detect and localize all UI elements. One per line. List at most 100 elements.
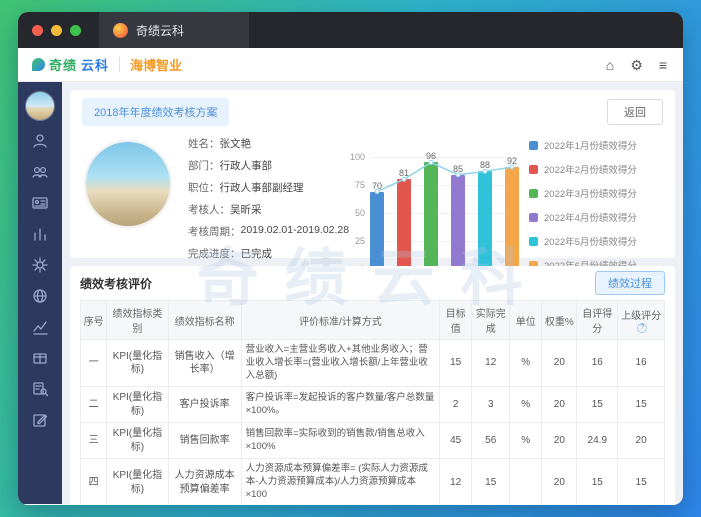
trend-icon[interactable] (31, 318, 49, 336)
y-tick-label: 50 (354, 208, 365, 218)
app-logo[interactable]: 奇绩 云科 (32, 55, 109, 74)
package-icon[interactable] (31, 349, 49, 367)
trend-line (374, 159, 515, 195)
gear-icon[interactable]: ⚙ (630, 58, 643, 72)
table-cell: 人力资源成本预算偏差率 (167, 458, 242, 504)
table-cell: 15 (471, 458, 511, 504)
table-cell: 二 (79, 386, 108, 424)
field-label: 部门： (188, 160, 220, 172)
column-header: 上级评分? (617, 300, 665, 340)
table-header-row: 序号 绩效指标类别 绩效指标名称 评价标准/计算方式 目标值 实际完成 单位 权重% 自评得分上… (79, 300, 665, 340)
table-cell: 24.9 (576, 422, 619, 460)
table-cell: % (509, 386, 543, 424)
browser-tab[interactable]: 奇绩云科 (99, 12, 249, 48)
close-button[interactable] (32, 24, 43, 36)
table-cell: KPI(量化指标) (106, 458, 169, 504)
section-title: 绩效考核评价 (80, 276, 153, 291)
field-label: 考核人： (188, 204, 230, 216)
legend-item[interactable]: 2022年3月份绩效得分 (529, 186, 661, 200)
legend-swatch (529, 188, 538, 198)
table-cell: 客户投诉率=发起投诉的客户数量/客户总数量×100%。 (240, 386, 441, 424)
field-value: 张文艳 (219, 138, 252, 150)
table-cell: 16 (576, 338, 619, 388)
table-cell: KPI(量化指标) (106, 386, 169, 424)
legend-swatch (529, 164, 538, 174)
table-cell: 20 (617, 422, 665, 460)
performance-chart: 0255075100708196858892 (348, 140, 519, 274)
plan-title-tab[interactable]: 2018年年度绩效考核方案 (82, 98, 230, 126)
app-header: 奇绩 云科 海博智业 ⌂ ⚙ ≡ (18, 48, 683, 82)
legend-item[interactable]: 2022年1月份绩效得分 (529, 138, 661, 152)
id-card-icon[interactable] (31, 194, 49, 212)
gear-flower-icon[interactable] (31, 256, 49, 274)
menu-icon[interactable]: ≡ (659, 58, 667, 72)
legend-item[interactable]: 2022年5月份绩效得分 (529, 234, 661, 248)
table-cell: % (509, 338, 543, 388)
legend-label: 2022年4月份绩效得分 (544, 213, 637, 224)
profile-fields: 姓名： 张文艳 部门： 行政人事部 职位： 行政人事部副经理 考核人： 吴昕采 考核周期： 201… (188, 136, 349, 268)
legend-label: 2022年2月份绩效得分 (544, 165, 637, 176)
edit-icon[interactable] (31, 411, 49, 429)
help-icon[interactable]: ? (637, 323, 648, 333)
plot-area: 70 81 96 85 88 92 (370, 140, 519, 270)
table-cell: 56 (471, 422, 511, 460)
field-label: 姓名： (188, 138, 220, 150)
table-cell: 销售收入（增长率） (167, 338, 242, 388)
employee-photo (84, 140, 172, 228)
table-cell: 20 (541, 458, 578, 504)
process-button[interactable]: 绩效过程 (595, 271, 665, 295)
field-value: 行政人事部副经理 (219, 182, 304, 194)
column-header: 目标值 (439, 300, 473, 340)
table-cell: 20 (541, 422, 578, 460)
sidebar-nav (31, 132, 49, 429)
table-row: 二 KPI(量化指标) 客户投诉率 客户投诉率=发起投诉的客户数量/客户总数量×100… (79, 386, 665, 424)
table-cell: 15 (576, 458, 619, 504)
y-tick-label: 100 (349, 152, 365, 162)
table-cell: 20 (541, 386, 578, 424)
home-icon[interactable]: ⌂ (606, 58, 614, 72)
back-button[interactable]: 返回 (607, 99, 663, 125)
table-cell: 16 (617, 338, 665, 388)
profile-field: 姓名： 张文艳 (188, 136, 348, 151)
user-icon[interactable] (31, 132, 49, 150)
legend-label: 2022年1月份绩效得分 (544, 141, 637, 152)
table-cell: 2 (439, 386, 473, 424)
table-cell (509, 458, 543, 504)
table-cell: 销售回款率=实际收到的销售款/销售总收入×100% (240, 422, 441, 460)
sidebar (18, 82, 62, 504)
table-cell: 一 (79, 338, 108, 388)
field-label: 职位： (188, 182, 220, 194)
globe-icon[interactable] (31, 287, 49, 305)
app-logo-text-2: 云科 (81, 58, 110, 73)
profile-field: 完成进度： 已完成 (188, 246, 348, 261)
app-logo-text-1: 奇绩 (49, 58, 78, 73)
team-icon[interactable] (31, 163, 49, 181)
table-cell: 12 (439, 458, 473, 504)
bar-chart-icon[interactable] (31, 225, 49, 243)
tab-title: 奇绩云科 (136, 23, 185, 38)
table-row: 四 KPI(量化指标) 人力资源成本预算偏差率 人力资源成本预算偏差率= (实际人力资… (79, 458, 665, 504)
main-content: 奇绩云科 2018年年度绩效考核方案 返回 姓名： 张文艳 部门： 行政人事部 职位：行… (62, 82, 683, 504)
table-cell: 45 (439, 422, 473, 460)
evaluation-card: 绩效考核评价 绩效过程 序号 绩效指标类别 绩效指标名称 评价标准/计算方式 目标值 实际… (70, 266, 675, 504)
minimize-button[interactable] (51, 24, 62, 36)
profile-card: 2018年年度绩效考核方案 返回 姓名： 张文艳 部门： 行政人事部 职位： 行政人事部副… (70, 90, 675, 274)
chart-legend: 2022年1月份绩效得分 2022年2月份绩效得分 2022年3月份绩效得分 2022… (529, 138, 661, 282)
column-header: 自评得分 (576, 300, 619, 340)
column-header: 绩效指标名称 (167, 300, 242, 340)
tab-favicon-icon (113, 22, 128, 38)
field-value: 吴昕采 (230, 204, 262, 216)
column-header: 单位 (509, 300, 543, 340)
user-avatar[interactable] (26, 92, 54, 120)
profile-field: 考核人： 吴昕采 (188, 202, 348, 217)
table-cell: 营业收入=主营业务收入+其他业务收入；营业收入增长率=(营业收入增长额/上年营业… (240, 338, 441, 388)
maximize-button[interactable] (70, 24, 81, 36)
table-cell: KPI(量化指标) (106, 338, 169, 388)
legend-item[interactable]: 2022年2月份绩效得分 (529, 162, 661, 176)
evaluation-table: 序号 绩效指标类别 绩效指标名称 评价标准/计算方式 目标值 实际完成 单位 权重% 自评得分上… (79, 300, 665, 504)
legend-item[interactable]: 2022年4月份绩效得分 (529, 210, 661, 224)
profile-field: 部门： 行政人事部 (188, 158, 348, 173)
report-search-icon[interactable] (31, 380, 49, 398)
column-header: 权重% (541, 300, 578, 340)
column-header: 实际完成 (471, 300, 511, 340)
